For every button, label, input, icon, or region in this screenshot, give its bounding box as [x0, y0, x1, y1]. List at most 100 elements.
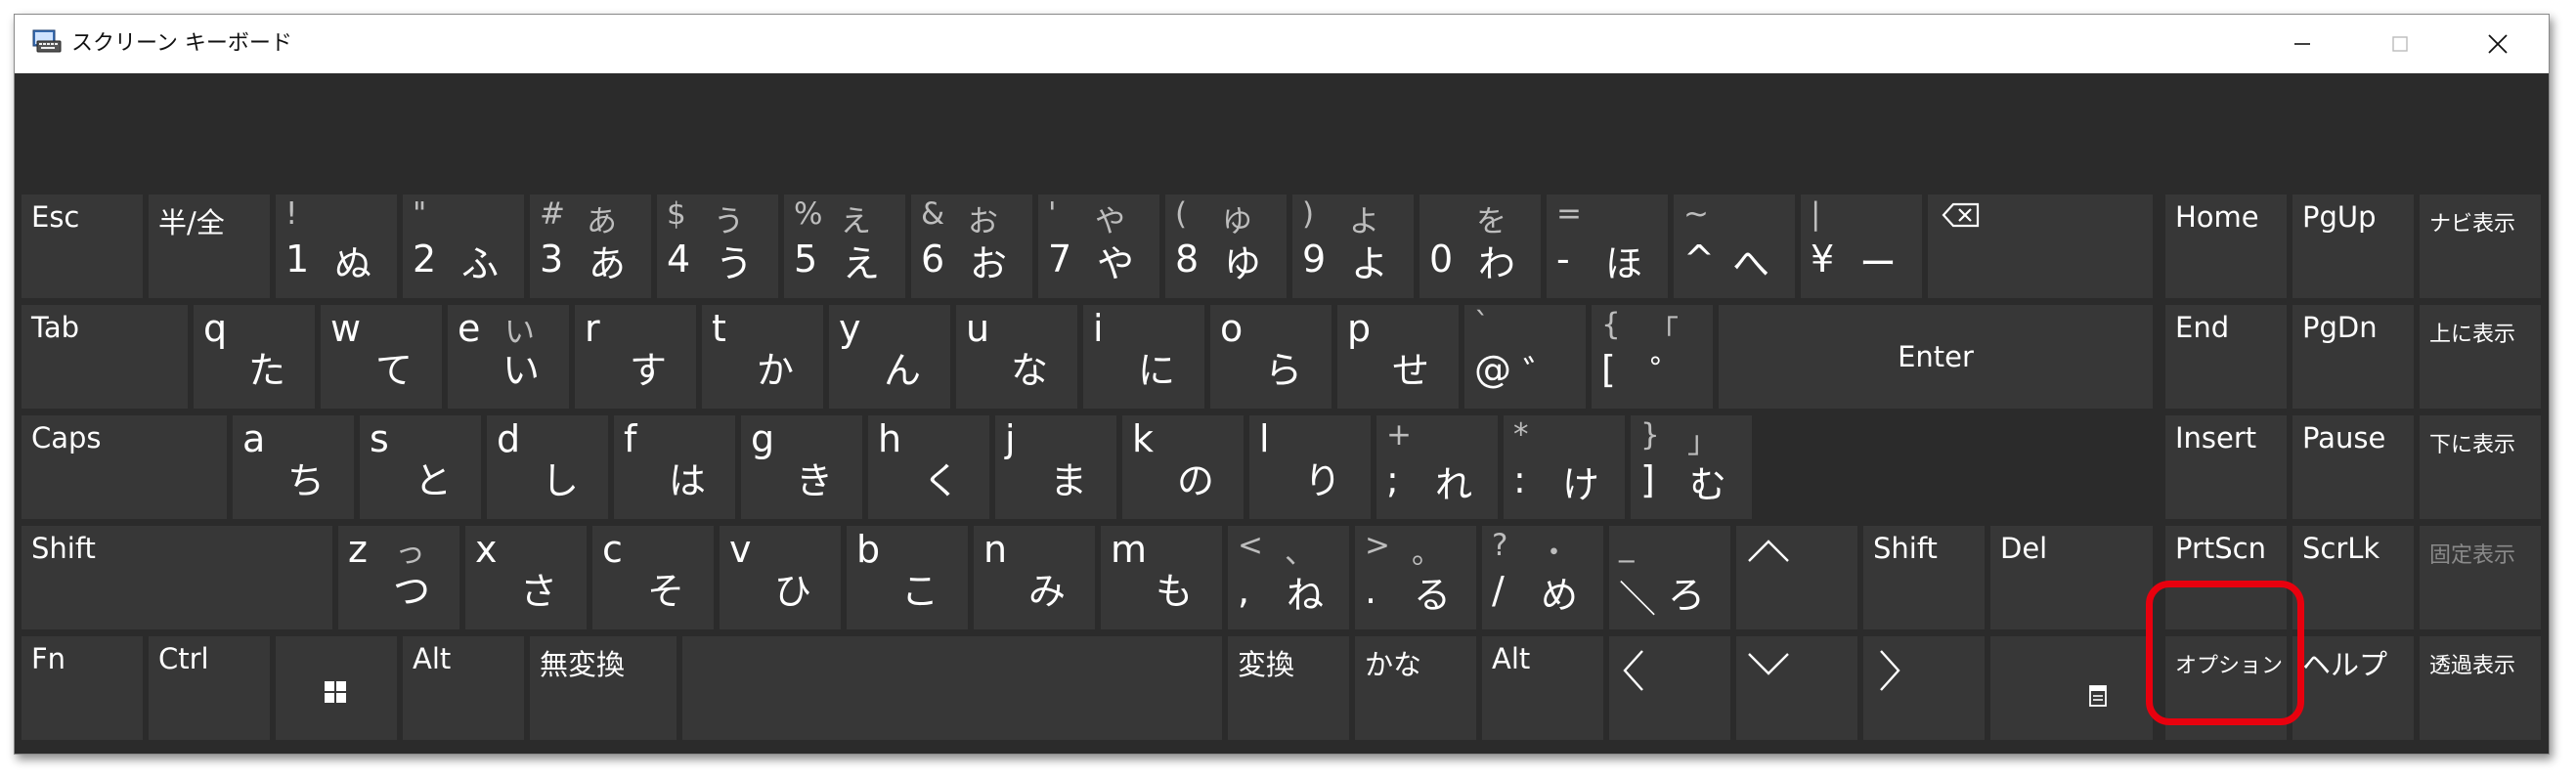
kana-char: や	[1097, 242, 1135, 285]
key-down-display[interactable]: 下に表示	[2420, 415, 2541, 519]
close-button[interactable]	[2449, 15, 2547, 73]
base-char: u	[966, 307, 990, 350]
key-ctrl[interactable]: Ctrl	[149, 636, 270, 740]
key-backslash[interactable]: _ ＼ ろ	[1609, 526, 1730, 629]
key-u[interactable]: u な	[956, 305, 1077, 409]
key-label: 上に表示	[2429, 323, 2516, 347]
key-pgup[interactable]: PgUp	[2292, 195, 2414, 298]
key-f[interactable]: f は	[614, 415, 735, 519]
key-v[interactable]: v ひ	[720, 526, 841, 629]
key-pause[interactable]: Pause	[2292, 415, 2414, 519]
key-insert[interactable]: Insert	[2165, 415, 2287, 519]
key-p[interactable]: p せ	[1337, 305, 1459, 409]
key-up-display[interactable]: 上に表示	[2420, 305, 2541, 409]
key-c[interactable]: c そ	[592, 526, 714, 629]
key-at[interactable]: ` @ ゛	[1464, 305, 1586, 409]
key-prtscn[interactable]: PrtScn	[2165, 526, 2287, 629]
key-0[interactable]: を 0 わ	[1419, 195, 1541, 298]
key-n[interactable]: n み	[974, 526, 1095, 629]
kana-char: き	[796, 459, 834, 502]
minimize-button[interactable]	[2253, 15, 2351, 73]
kana-char: ゜	[1650, 353, 1688, 396]
key-enter[interactable]: Enter	[1719, 305, 2153, 409]
key-esc[interactable]: Esc	[22, 195, 143, 298]
key-k[interactable]: k の	[1122, 415, 1244, 519]
key-y[interactable]: y ん	[829, 305, 950, 409]
maximize-button[interactable]	[2351, 15, 2449, 73]
key-left-arrow[interactable]	[1609, 636, 1730, 740]
key-navi-display[interactable]: ナビ表示	[2420, 195, 2541, 298]
key-alt-right[interactable]: Alt	[1482, 636, 1603, 740]
key-7[interactable]: ' や 7 や	[1038, 195, 1159, 298]
key-tab[interactable]: Tab	[22, 305, 188, 409]
key-5[interactable]: % え 5 え	[784, 195, 905, 298]
key-help[interactable]: ヘルプ	[2292, 636, 2414, 740]
key-windows[interactable]	[276, 636, 397, 740]
key-fixed-display[interactable]: 固定表示	[2420, 526, 2541, 629]
key-caret[interactable]: ~ ^ へ	[1674, 195, 1795, 298]
key-end[interactable]: End	[2165, 305, 2287, 409]
key-a[interactable]: a ち	[233, 415, 354, 519]
key-transparent-display[interactable]: 透過表示	[2420, 636, 2541, 740]
shift-char: )	[1302, 196, 1315, 232]
shift-char: '	[1048, 196, 1057, 232]
key-d[interactable]: d し	[487, 415, 608, 519]
key-q[interactable]: q た	[194, 305, 315, 409]
key-z[interactable]: z っ つ	[338, 526, 459, 629]
key-m[interactable]: m も	[1101, 526, 1222, 629]
key-kana[interactable]: かな	[1355, 636, 1476, 740]
kana-char: せ	[1392, 349, 1430, 392]
key-j[interactable]: j ま	[995, 415, 1116, 519]
key-4[interactable]: $ う 4 う	[657, 195, 778, 298]
key-8[interactable]: ( ゆ 8 ゆ	[1165, 195, 1287, 298]
key-i[interactable]: i に	[1083, 305, 1204, 409]
key-down-arrow[interactable]	[1736, 636, 1857, 740]
key-b[interactable]: b こ	[847, 526, 968, 629]
key-fn[interactable]: Fn	[22, 636, 143, 740]
key-context-menu[interactable]	[1990, 636, 2153, 740]
key-g[interactable]: g き	[741, 415, 862, 519]
key-colon[interactable]: * : け	[1504, 415, 1625, 519]
key-h[interactable]: h く	[868, 415, 989, 519]
key-henkan[interactable]: 変換	[1228, 636, 1349, 740]
key-muhenkan[interactable]: 無変換	[530, 636, 677, 740]
key-minus[interactable]: = - ほ	[1547, 195, 1668, 298]
key-shift-right[interactable]: Shift	[1863, 526, 1985, 629]
key-semicolon[interactable]: + ; れ	[1376, 415, 1498, 519]
key-s[interactable]: s と	[360, 415, 481, 519]
key-space[interactable]	[682, 636, 1222, 740]
kana-char: ゆ	[1224, 242, 1262, 285]
key-comma[interactable]: < 、 , ね	[1228, 526, 1349, 629]
key-caps[interactable]: Caps	[22, 415, 227, 519]
key-hankaku-zenkaku[interactable]: 半/全	[149, 195, 270, 298]
key-slash[interactable]: ? ・ / め	[1482, 526, 1603, 629]
key-up-arrow[interactable]	[1736, 526, 1857, 629]
key-backspace[interactable]	[1928, 195, 2153, 298]
key-options[interactable]: オプション	[2165, 636, 2287, 740]
key-del[interactable]: Del	[1990, 526, 2153, 629]
key-scrlk[interactable]: ScrLk	[2292, 526, 2414, 629]
key-e[interactable]: e い い	[448, 305, 569, 409]
key-t[interactable]: t か	[702, 305, 823, 409]
key-shift-left[interactable]: Shift	[22, 526, 332, 629]
key-9[interactable]: ) よ 9 よ	[1292, 195, 1414, 298]
key-l[interactable]: l り	[1249, 415, 1371, 519]
key-yen[interactable]: | ¥ ー	[1801, 195, 1922, 298]
key-alt-left[interactable]: Alt	[403, 636, 524, 740]
key-left-bracket[interactable]: { 「 [ ゜	[1592, 305, 1713, 409]
key-period[interactable]: > 。 . る	[1355, 526, 1476, 629]
key-right-bracket[interactable]: } 」 ] む	[1631, 415, 1752, 519]
key-home[interactable]: Home	[2165, 195, 2287, 298]
key-1[interactable]: ! 1 ぬ	[276, 195, 397, 298]
key-right-arrow[interactable]	[1863, 636, 1985, 740]
title-bar[interactable]: スクリーン キーボード	[15, 15, 2549, 73]
key-pgdn[interactable]: PgDn	[2292, 305, 2414, 409]
key-r[interactable]: r す	[575, 305, 696, 409]
key-o[interactable]: o ら	[1210, 305, 1332, 409]
base-char: r	[585, 307, 600, 350]
key-x[interactable]: x さ	[465, 526, 587, 629]
key-w[interactable]: w て	[321, 305, 442, 409]
key-2[interactable]: " 2 ふ	[403, 195, 524, 298]
key-6[interactable]: & お 6 お	[911, 195, 1032, 298]
key-3[interactable]: # あ 3 あ	[530, 195, 651, 298]
